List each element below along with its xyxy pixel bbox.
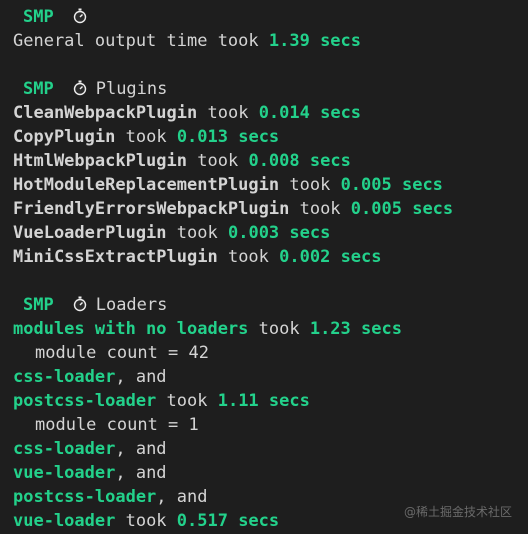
loader-line: css-loader, and xyxy=(13,365,528,389)
plugins-title: Plugins xyxy=(95,79,168,99)
loader-time: 1.23 secs xyxy=(309,319,402,339)
stopwatch-icon xyxy=(73,296,86,312)
loader-suffix: took xyxy=(156,391,218,411)
plugin-name: VueLoaderPlugin xyxy=(13,223,167,243)
loader-suffix: , and xyxy=(115,367,167,387)
plugin-time: 0.008 secs xyxy=(248,151,351,171)
plugin-name: HtmlWebpackPlugin xyxy=(13,151,187,171)
plugin-line: VueLoaderPlugin took 0.003 secs xyxy=(13,221,528,245)
loader-line: vue-loader, and xyxy=(13,461,528,485)
plugin-line: HotModuleReplacementPlugin took 0.005 se… xyxy=(13,173,528,197)
loader-suffix: , and xyxy=(115,463,167,483)
loader-name: css-loader xyxy=(13,367,116,387)
plugin-time: 0.005 secs xyxy=(350,199,454,219)
terminal-output: SMP General output time took 1.39 secs S… xyxy=(13,5,528,533)
loaders-title: Loaders xyxy=(95,295,168,315)
loader-name: vue-loader xyxy=(13,463,116,483)
plugin-name: MiniCssExtractPlugin xyxy=(13,247,218,267)
general-label: General output time took xyxy=(13,31,259,51)
plugin-name: CopyPlugin xyxy=(13,127,116,147)
plugin-time: 0.003 secs xyxy=(227,223,331,243)
plugin-time: 0.014 secs xyxy=(258,103,362,123)
plugin-took: took xyxy=(227,247,269,267)
module-count-line: module count = 1 xyxy=(13,413,528,437)
plugin-took: took xyxy=(289,175,331,195)
plugin-name: CleanWebpackPlugin xyxy=(13,103,198,123)
smp-loaders-header: SMP Loaders xyxy=(13,293,528,317)
general-time: 1.39 secs xyxy=(268,31,362,51)
smp-tag: SMP xyxy=(23,79,54,99)
plugin-line: MiniCssExtractPlugin took 0.002 secs xyxy=(13,245,528,269)
plugin-line: CleanWebpackPlugin took 0.014 secs xyxy=(13,101,528,125)
loader-suffix: took xyxy=(115,511,177,531)
loader-name: postcss-loader xyxy=(13,487,157,507)
plugin-name: HotModuleReplacementPlugin xyxy=(13,175,280,195)
plugin-time: 0.013 secs xyxy=(176,127,280,147)
smp-plugins-header: SMP Plugins xyxy=(13,77,528,101)
loader-line: postcss-loader took 1.11 secs xyxy=(13,389,528,413)
stopwatch-icon xyxy=(73,8,86,24)
loader-name: vue-loader xyxy=(13,511,116,531)
general-output-line: General output time took 1.39 secs xyxy=(13,29,528,53)
loader-time: 1.11 secs xyxy=(217,391,310,411)
smp-tag: SMP xyxy=(23,7,54,27)
loader-suffix: , and xyxy=(156,487,208,507)
stopwatch-icon xyxy=(73,80,86,96)
loader-time: 0.517 secs xyxy=(176,511,280,531)
loader-name: postcss-loader xyxy=(13,391,157,411)
plugin-line: HtmlWebpackPlugin took 0.008 secs xyxy=(13,149,528,173)
plugin-took: took xyxy=(197,151,239,171)
smp-general-header: SMP xyxy=(13,5,528,29)
loader-suffix: , and xyxy=(115,439,167,459)
plugin-time: 0.005 secs xyxy=(340,175,443,195)
plugin-line: CopyPlugin took 0.013 secs xyxy=(13,125,528,149)
loader-name: modules with no loaders xyxy=(13,319,249,339)
plugin-took: took xyxy=(207,103,249,123)
watermark: @稀土掘金技术社区 xyxy=(403,505,512,519)
loader-name: css-loader xyxy=(13,439,116,459)
module-count-line: module count = 42 xyxy=(13,341,528,365)
plugin-name: FriendlyErrorsWebpackPlugin xyxy=(13,199,290,219)
module-count: module count = 1 xyxy=(35,415,199,435)
loader-line: css-loader, and xyxy=(13,437,528,461)
plugin-took: took xyxy=(299,199,341,219)
plugin-took: took xyxy=(125,127,167,147)
plugin-time: 0.002 secs xyxy=(279,247,382,267)
plugin-line: FriendlyErrorsWebpackPlugin took 0.005 s… xyxy=(13,197,528,221)
loader-suffix: took xyxy=(248,319,310,339)
plugin-took: took xyxy=(176,223,218,243)
module-count: module count = 42 xyxy=(35,343,209,363)
smp-tag: SMP xyxy=(23,295,54,315)
loader-line: modules with no loaders took 1.23 secs xyxy=(13,317,528,341)
